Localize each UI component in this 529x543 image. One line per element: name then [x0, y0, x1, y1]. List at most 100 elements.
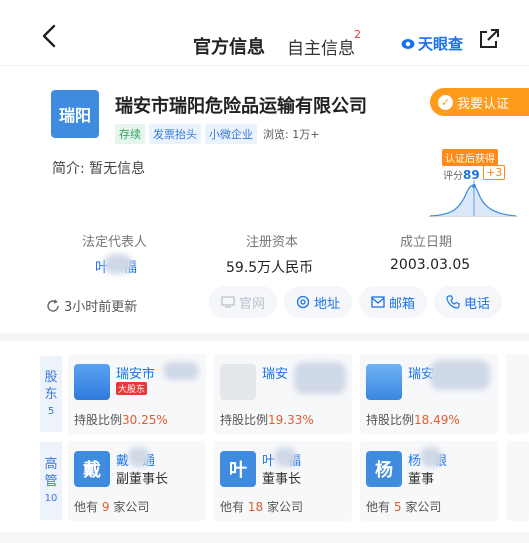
foot-suffix: 家公司 — [405, 500, 442, 514]
shareholder-card[interactable]: 瑞安 持股比例19.33% — [214, 354, 352, 434]
section-divider — [0, 333, 529, 341]
shareholder-card-partial[interactable] — [506, 354, 529, 434]
executive-card[interactable]: 叶 叶 福 董事长 他有 18 家公司 — [214, 441, 352, 521]
address-label: 地址 — [313, 296, 340, 312]
monitor-icon — [221, 296, 235, 308]
company-tags: 存续 发票抬头 小微企业 浏览: 1万+ — [115, 124, 319, 144]
company-icon — [366, 364, 402, 400]
verify-button[interactable]: ✓ 我要认证 — [430, 88, 529, 116]
share-ratio: 持股比例30.25% — [74, 411, 168, 428]
executive-avatar: 杨 — [366, 451, 402, 487]
executive-card[interactable]: 杨 杨 根 董事 他有 5 家公司 — [360, 441, 498, 521]
foot-prefix: 他有 — [366, 500, 391, 514]
tab-self-info[interactable]: 自主信息 — [287, 34, 355, 59]
share-ratio-label: 持股比例 — [366, 413, 415, 427]
privacy-blur — [274, 447, 296, 467]
shareholder-card[interactable]: 瑞安 持股比例18.49% — [360, 354, 498, 434]
executive-role: 副董事长 — [116, 472, 169, 487]
brand-name: 天眼查 — [418, 35, 464, 53]
share-ratio-label: 持股比例 — [220, 413, 269, 427]
mail-icon — [371, 296, 385, 308]
share-ratio: 持股比例18.49% — [366, 411, 460, 428]
executive-company-count: 他有 5 家公司 — [366, 498, 441, 515]
back-arrow-icon[interactable] — [36, 22, 64, 50]
foot-number: 18 — [247, 500, 264, 514]
section-divider — [0, 532, 529, 543]
website-button[interactable]: 官网 — [209, 286, 277, 318]
company-name: 瑞安市瑞阳危险品运输有限公司 — [115, 96, 367, 117]
tab-official-info[interactable]: 官方信息 — [193, 33, 265, 59]
executive-avatar: 叶 — [220, 451, 256, 487]
foot-number: 9 — [101, 500, 110, 514]
privacy-blur — [104, 254, 132, 274]
rating-distribution-chart — [428, 180, 518, 217]
website-label: 官网 — [238, 296, 265, 312]
shareholder-name: 瑞安 — [262, 367, 289, 382]
phone-icon — [446, 295, 460, 309]
small-enterprise-tag: 小微企业 — [205, 124, 257, 144]
foot-prefix: 他有 — [74, 500, 99, 514]
refresh-icon — [47, 299, 59, 312]
executive-company-count: 他有 18 家公司 — [220, 498, 303, 515]
check-icon: ✓ — [438, 94, 453, 110]
executive-card[interactable]: 戴 戴 通 副董事长 他有 9 家公司 — [68, 441, 206, 521]
share-ratio-value: 18.49% — [414, 413, 460, 427]
shareholders-label-2: 东 — [44, 386, 58, 402]
founded-value: 2003.03.05 — [390, 257, 471, 273]
capital-label: 注册资本 — [246, 235, 299, 250]
executives-section-label[interactable]: 高 管 10 — [40, 442, 62, 520]
privacy-blur — [294, 362, 346, 394]
company-icon — [74, 364, 110, 400]
share-ratio-label: 持股比例 — [74, 413, 123, 427]
rating-tag: 认证后获得 — [442, 149, 498, 166]
location-icon — [296, 295, 310, 309]
top-nav: 官方信息 自主信息 2 天眼查 — [0, 0, 529, 66]
shareholders-label-1: 股 — [44, 369, 58, 385]
foot-number: 5 — [393, 500, 402, 514]
shareholders-section-label[interactable]: 股 东 5 — [40, 356, 62, 432]
address-button[interactable]: 地址 — [284, 286, 352, 318]
major-shareholder-badge: 大股东 — [116, 382, 148, 395]
email-label: 邮箱 — [388, 296, 415, 312]
executives-label-2: 管 — [44, 473, 58, 489]
tianyancha-eye-icon — [401, 38, 415, 49]
foot-suffix: 家公司 — [266, 500, 303, 514]
executive-role: 董事 — [408, 472, 435, 487]
person-avatar — [220, 364, 256, 400]
executive-card-partial[interactable] — [506, 441, 529, 521]
share-ratio-value: 30.25% — [122, 413, 168, 427]
company-intro: 简介: 暂无信息 — [52, 161, 146, 177]
executive-avatar: 戴 — [74, 451, 110, 487]
update-status[interactable]: 3小时前更新 — [46, 296, 137, 315]
executives-label-1: 高 — [44, 456, 58, 472]
legal-rep-label: 法定代表人 — [82, 235, 148, 250]
share-ratio-value: 19.33% — [268, 413, 314, 427]
tab-self-info-badge: 2 — [354, 28, 361, 41]
update-text: 3小时前更新 — [64, 300, 138, 315]
tianyancha-logo: 天眼查 — [401, 33, 463, 54]
company-page: 官方信息 自主信息 2 天眼查 瑞阳 瑞安市瑞阳危险品运输有限公司 ✓ 我要认证… — [0, 0, 529, 543]
shareholders-count: 5 — [47, 405, 55, 417]
share-icon[interactable] — [478, 28, 500, 50]
executives-count: 10 — [44, 492, 58, 504]
privacy-blur — [420, 447, 442, 467]
share-ratio: 持股比例19.33% — [220, 411, 314, 428]
invoice-tag[interactable]: 发票抬头 — [149, 124, 201, 144]
phone-label: 电话 — [463, 296, 490, 312]
status-tag: 存续 — [115, 124, 145, 144]
executive-company-count: 他有 9 家公司 — [74, 498, 149, 515]
founded-label: 成立日期 — [400, 235, 453, 250]
foot-prefix: 他有 — [220, 500, 245, 514]
verify-label: 我要认证 — [457, 96, 510, 112]
capital-value: 59.5万人民币 — [226, 260, 314, 276]
view-count: 浏览: 1万+ — [263, 128, 320, 141]
phone-button[interactable]: 电话 — [434, 286, 502, 318]
privacy-blur — [128, 447, 150, 467]
privacy-blur — [163, 362, 199, 380]
privacy-blur — [430, 360, 490, 390]
email-button[interactable]: 邮箱 — [359, 286, 427, 318]
executive-role: 董事长 — [262, 472, 302, 487]
foot-suffix: 家公司 — [113, 500, 150, 514]
shareholder-card[interactable]: 瑞安市 大股东 持股比例30.25% — [68, 354, 206, 434]
shareholder-name: 瑞安市 — [116, 367, 156, 382]
